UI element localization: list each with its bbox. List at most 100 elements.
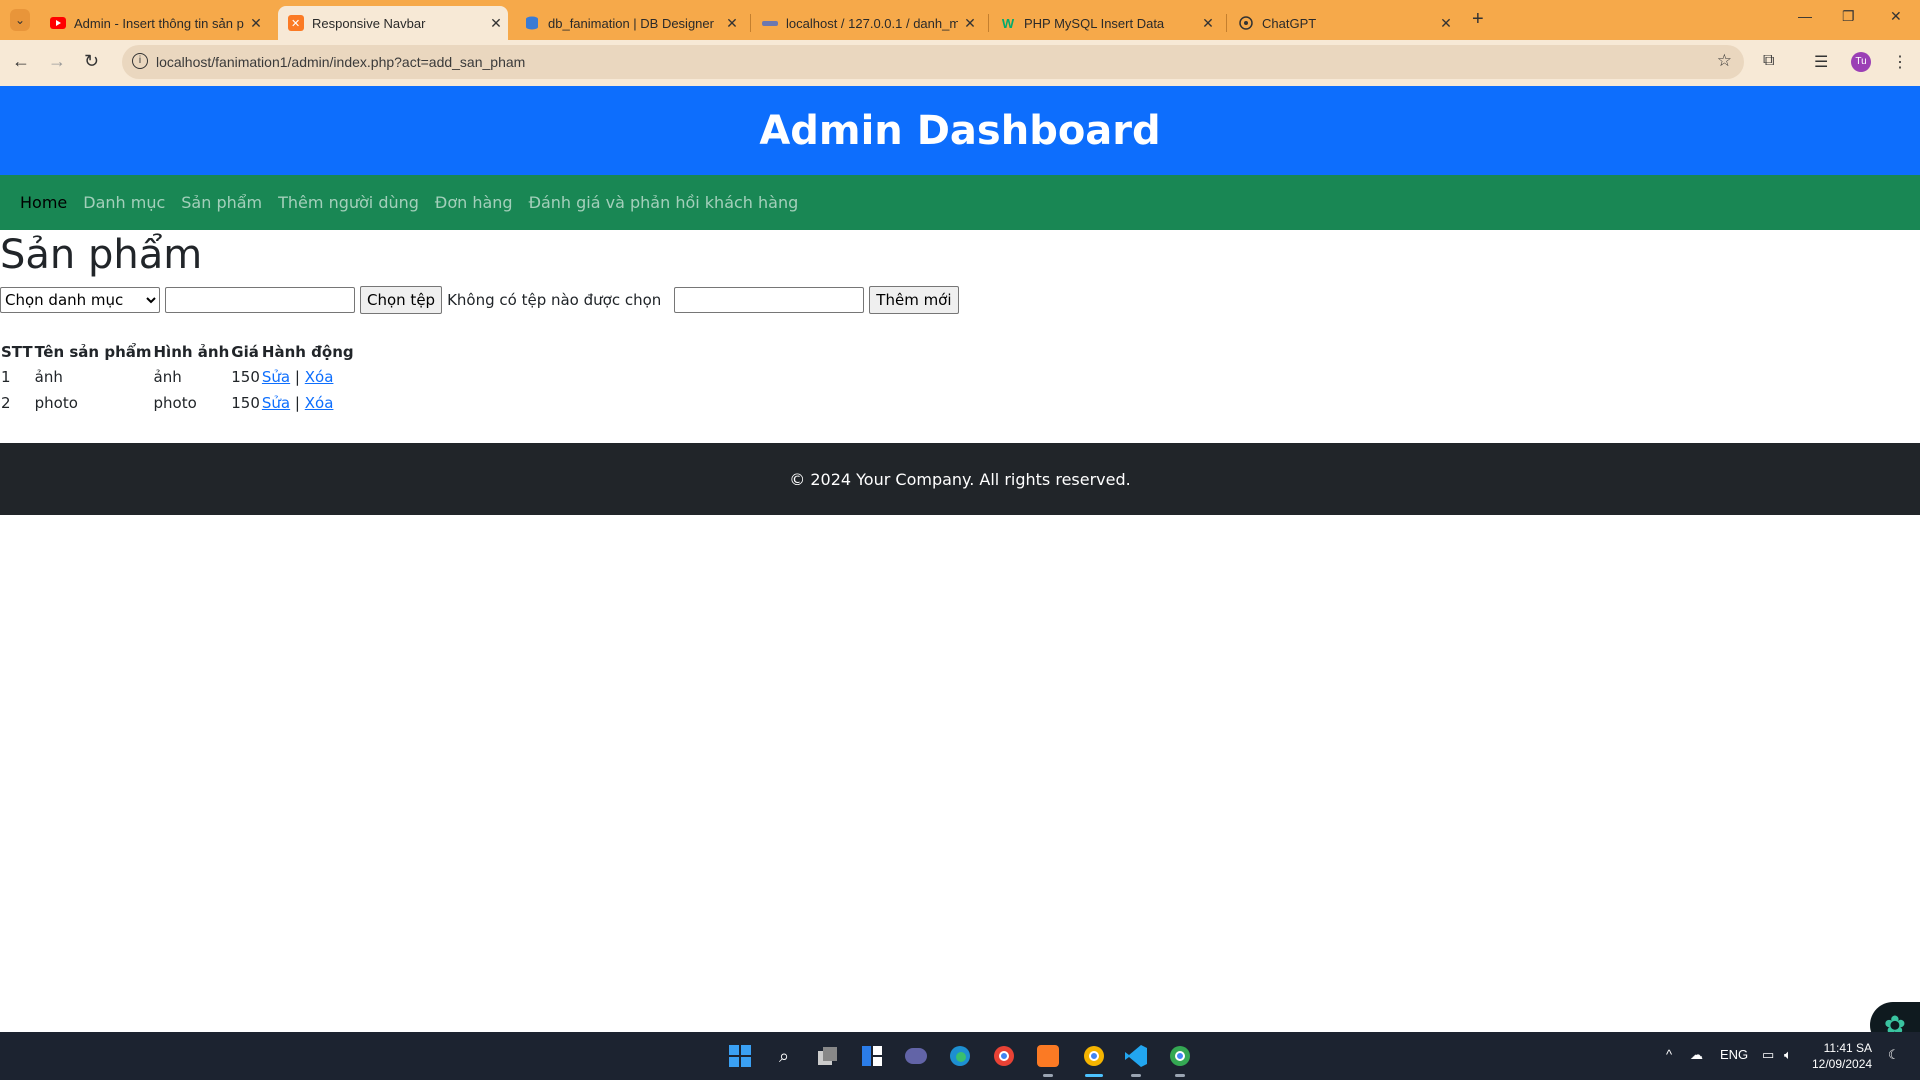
onedrive-icon[interactable]: ☁: [1690, 1047, 1703, 1063]
tab-admin-insert[interactable]: Admin - Insert thông tin sản ph ✕: [40, 6, 268, 40]
section-heading: Sản phẩm: [0, 232, 203, 278]
media-control-icon[interactable]: ☰: [1814, 52, 1828, 72]
restore-icon[interactable]: ❐: [1842, 8, 1855, 25]
chatgpt-icon: [1238, 15, 1254, 31]
cell-name: photo: [34, 394, 78, 412]
task-view-icon[interactable]: [814, 1042, 842, 1070]
new-tab-button[interactable]: +: [1472, 8, 1484, 31]
cell-stt: 2: [1, 394, 11, 412]
file-status-text: Không có tệp nào được chọn: [447, 291, 662, 309]
close-icon[interactable]: ✕: [720, 15, 744, 32]
col-product-name: Tên sản phẩm: [34, 343, 152, 361]
chevron-up-icon[interactable]: ^: [1666, 1047, 1672, 1062]
tab-responsive-navbar[interactable]: ✕ Responsive Navbar ✕: [278, 6, 508, 40]
tab-title: Admin - Insert thông tin sản ph: [74, 15, 244, 31]
product-name-input[interactable]: [165, 287, 355, 313]
search-icon[interactable]: ⌕: [770, 1042, 798, 1070]
vscode-icon[interactable]: [1122, 1042, 1150, 1070]
back-icon[interactable]: ←: [12, 51, 30, 72]
delete-link[interactable]: Xóa: [305, 394, 334, 412]
price-input[interactable]: [674, 287, 865, 313]
chrome-profile-icon[interactable]: [1080, 1042, 1108, 1070]
active-indicator: [1085, 1074, 1103, 1077]
nav-add-user[interactable]: Thêm người dùng: [278, 193, 419, 212]
site-header: Admin Dashboard: [0, 86, 1920, 175]
windows-start-icon[interactable]: [726, 1042, 754, 1070]
clock-time: 11:41 SA: [1823, 1041, 1873, 1055]
nav-reviews[interactable]: Đánh giá và phản hồi khách hàng: [529, 193, 799, 212]
reload-icon[interactable]: ↻: [84, 51, 99, 72]
chrome-icon[interactable]: [990, 1042, 1018, 1070]
cell-name: ảnh: [34, 368, 63, 386]
menu-icon[interactable]: ⋮: [1892, 52, 1908, 72]
language-indicator[interactable]: ENG: [1720, 1047, 1748, 1062]
address-bar[interactable]: i localhost/fanimation1/admin/index.php?…: [122, 45, 1744, 79]
tab-search-button[interactable]: ⌄: [10, 9, 30, 31]
table-row: 1 ảnh ảnh 150 Sửa | Xóa: [0, 364, 355, 390]
forward-icon[interactable]: →: [48, 51, 66, 72]
col-actions: Hành động: [261, 343, 354, 361]
minimize-icon[interactable]: —: [1798, 8, 1812, 24]
edit-link[interactable]: Sửa: [262, 368, 290, 386]
tab-chatgpt[interactable]: ChatGPT ✕: [1228, 6, 1458, 40]
delete-link[interactable]: Xóa: [305, 368, 334, 386]
teams-chat-icon[interactable]: [902, 1042, 930, 1070]
tab-divider: [1226, 14, 1227, 32]
table-header-row: STT Tên sản phẩm Hình ảnh Giá Hành động: [0, 340, 355, 364]
extensions-icon[interactable]: ⧉: [1763, 52, 1774, 70]
database-icon: [524, 15, 540, 31]
browser-toolbar: ← → ↻ i localhost/fanimation1/admin/inde…: [0, 40, 1920, 86]
tab-db-designer[interactable]: db_fanimation | DB Designer ✕: [514, 6, 744, 40]
profile-avatar[interactable]: Tu: [1851, 52, 1871, 72]
close-icon[interactable]: ✕: [244, 15, 268, 32]
cell-actions: Sửa | Xóa: [261, 364, 355, 390]
site-info-icon[interactable]: i: [132, 53, 148, 69]
nav-home[interactable]: Home: [20, 193, 67, 212]
cell-image: ảnh: [153, 368, 182, 386]
system-clock[interactable]: 11:41 SA 12/09/2024: [1812, 1040, 1872, 1072]
close-window-icon[interactable]: ✕: [1890, 8, 1902, 25]
url-text[interactable]: localhost/fanimation1/admin/index.php?ac…: [156, 54, 525, 70]
phpmyadmin-icon: [762, 15, 778, 31]
youtube-icon: [50, 15, 66, 31]
chrome-second-profile-icon[interactable]: [1166, 1042, 1194, 1070]
close-icon[interactable]: ✕: [484, 15, 508, 32]
add-product-form: Chọn danh mục Chọn tệp Không có tệp nào …: [0, 286, 1920, 314]
close-icon[interactable]: ✕: [1196, 15, 1220, 32]
svg-text:✕: ✕: [291, 17, 300, 30]
table-row: 2 photo photo 150 Sửa | Xóa: [0, 390, 355, 416]
tab-title: ChatGPT: [1262, 15, 1317, 31]
nav-orders[interactable]: Đơn hàng: [435, 193, 513, 212]
nav-categories[interactable]: Danh mục: [83, 193, 165, 212]
network-icon[interactable]: ▭: [1762, 1047, 1774, 1063]
edge-icon[interactable]: [946, 1042, 974, 1070]
choose-file-button[interactable]: Chọn tệp: [360, 286, 443, 314]
close-icon[interactable]: ✕: [958, 15, 982, 32]
add-new-button[interactable]: Thêm mới: [869, 286, 959, 314]
tab-divider: [988, 14, 989, 32]
col-image: Hình ảnh: [153, 343, 230, 361]
tab-title: db_fanimation | DB Designer: [548, 15, 714, 31]
cell-price: 150: [231, 394, 260, 412]
nav-products[interactable]: Sản phẩm: [181, 193, 262, 212]
close-icon[interactable]: ✕: [1434, 15, 1458, 32]
main-nav: Home Danh mục Sản phẩm Thêm người dùng Đ…: [0, 175, 1920, 230]
main-content: Sản phẩm Chọn danh mục Chọn tệp Không có…: [0, 232, 1920, 416]
running-indicator: [1175, 1074, 1185, 1077]
footer-text: © 2024 Your Company. All rights reserved…: [789, 469, 1131, 489]
product-table: STT Tên sản phẩm Hình ảnh Giá Hành động …: [0, 340, 355, 416]
col-stt: STT: [1, 343, 33, 361]
bookmark-star-icon[interactable]: ☆: [1717, 51, 1732, 71]
edit-link[interactable]: Sửa: [262, 394, 290, 412]
category-select[interactable]: Chọn danh mục: [0, 287, 160, 313]
xampp-icon[interactable]: [1034, 1042, 1062, 1070]
tab-title: PHP MySQL Insert Data: [1024, 15, 1165, 31]
tab-php-mysql[interactable]: W PHP MySQL Insert Data ✕: [990, 6, 1220, 40]
tab-phpmyadmin[interactable]: localhost / 127.0.0.1 / danh_mu ✕: [752, 6, 982, 40]
volume-icon[interactable]: 🔈︎: [1784, 1047, 1792, 1063]
tab-title: localhost / 127.0.0.1 / danh_mu: [786, 15, 958, 31]
notifications-icon[interactable]: ☾: [1888, 1047, 1900, 1063]
site-footer: © 2024 Your Company. All rights reserved…: [0, 443, 1920, 515]
col-price: Giá: [231, 343, 259, 361]
widgets-icon[interactable]: [858, 1042, 886, 1070]
